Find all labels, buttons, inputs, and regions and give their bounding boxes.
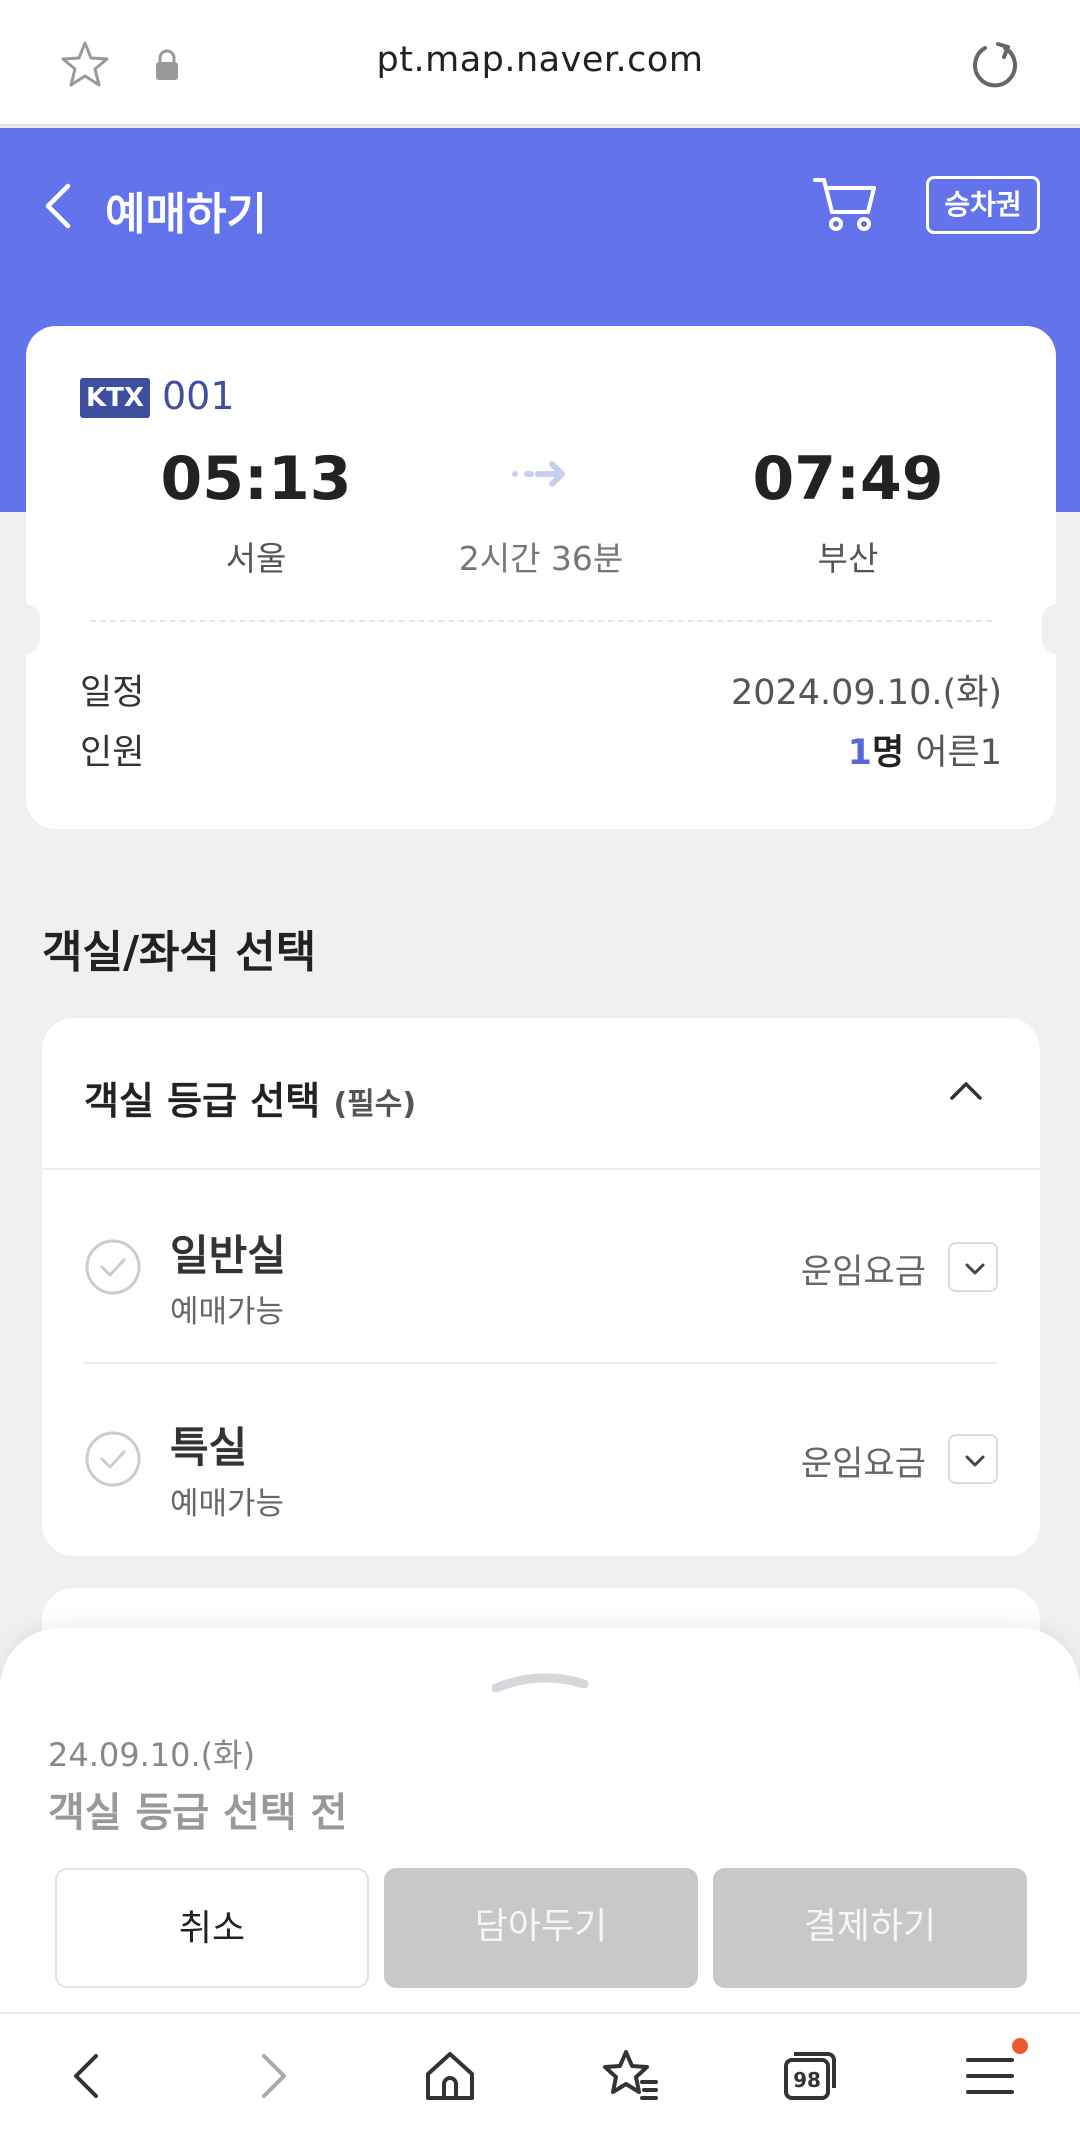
url-text[interactable]: pt.map.naver.com <box>0 40 1080 80</box>
people-detail: 어른1 <box>904 733 1002 773</box>
sheet-handle-icon[interactable] <box>490 1664 590 1694</box>
train-info-card: KTX 001 05:13 서울 2시간 36분 07:49 부산 일정 202… <box>10 326 1072 829</box>
fare-label[interactable]: 운임요금 <box>801 1244 926 1293</box>
home-icon[interactable] <box>418 2044 482 2108</box>
panel-title-text: 객실 등급 선택 <box>84 1079 321 1123</box>
bookmarks-icon[interactable] <box>598 2044 662 2108</box>
panel-title: 객실 등급 선택 (필수) <box>84 1070 416 1125</box>
people-count: 1 <box>847 733 872 773</box>
ticket-notch-right <box>1042 604 1072 654</box>
section-title: 객실/좌석 선택 <box>42 927 317 978</box>
check-circle-icon[interactable] <box>84 1238 142 1296</box>
notification-dot <box>1012 2038 1028 2054</box>
menu-icon[interactable] <box>958 2044 1022 2108</box>
back-icon[interactable] <box>56 2044 120 2108</box>
people-label: 인원 <box>80 733 145 773</box>
chevron-down-icon <box>965 1455 985 1467</box>
travel-duration: 2시간 36분 <box>458 539 624 578</box>
chevron-down-icon <box>965 1263 985 1275</box>
departure-time: 05:13 <box>160 444 352 514</box>
schedule-value: 2024.09.10.(화) <box>730 673 1002 713</box>
seat-option-standard[interactable]: 일반실 예매가능 운임요금 <box>84 1172 998 1364</box>
cancel-button[interactable]: 취소 <box>55 1868 369 1988</box>
fare-dropdown-button[interactable] <box>948 1434 998 1484</box>
tab-count: 98 <box>793 2068 821 2092</box>
check-circle-icon[interactable] <box>84 1430 142 1488</box>
fare-label[interactable]: 운임요금 <box>801 1436 926 1485</box>
sheet-date: 24.09.10.(화) <box>48 1736 256 1774</box>
people-unit: 명 <box>872 733 905 773</box>
save-to-cart-button[interactable]: 담아두기 <box>384 1868 698 1988</box>
people-value: 1명 어른1 <box>848 724 1002 775</box>
arrival-station: 부산 <box>817 539 879 578</box>
train-type-badge: KTX <box>80 378 150 418</box>
page-title: 예매하기 <box>105 189 267 240</box>
cart-icon[interactable] <box>812 172 880 236</box>
fare-dropdown-button[interactable] <box>948 1242 998 1292</box>
forward-icon[interactable] <box>240 2044 304 2108</box>
tabs-icon[interactable]: 98 <box>776 2044 840 2108</box>
seat-option-first-class[interactable]: 특실 예매가능 운임요금 <box>84 1364 998 1556</box>
pay-button[interactable]: 결제하기 <box>713 1868 1027 1988</box>
right-arrow-icon <box>512 461 565 487</box>
seat-option-status: 예매가능 <box>170 1486 285 1522</box>
required-label: (필수) <box>333 1087 417 1122</box>
bottom-sheet: 24.09.10.(화) 객실 등급 선택 전 취소 담아두기 결제하기 <box>0 1628 1080 2013</box>
departure-station: 서울 <box>225 539 287 578</box>
back-arrow-icon[interactable] <box>40 178 76 234</box>
seat-option-name: 특실 <box>170 1423 248 1472</box>
seat-class-panel-header[interactable]: 객실 등급 선택 (필수) <box>42 1018 1040 1170</box>
sheet-status: 객실 등급 선택 전 <box>48 1790 348 1836</box>
browser-nav-bar: 98 <box>0 2012 1080 2139</box>
seat-class-panel: 객실 등급 선택 (필수) 일반실 예매가능 운임요금 특실 예매가능 운임요금 <box>42 1018 1040 1556</box>
chevron-up-icon[interactable] <box>946 1070 986 1110</box>
schedule-label: 일정 <box>80 673 145 713</box>
seat-option-status: 예매가능 <box>170 1294 285 1330</box>
arrival-time: 07:49 <box>752 444 944 514</box>
browser-url-bar: pt.map.naver.com <box>0 0 1080 126</box>
seat-option-name: 일반실 <box>170 1231 286 1280</box>
reload-icon[interactable] <box>968 38 1022 92</box>
ticket-notch-left <box>10 604 40 654</box>
train-number: 001 <box>162 374 235 418</box>
ticket-button[interactable]: 승차권 <box>926 176 1040 234</box>
divider <box>90 620 992 622</box>
